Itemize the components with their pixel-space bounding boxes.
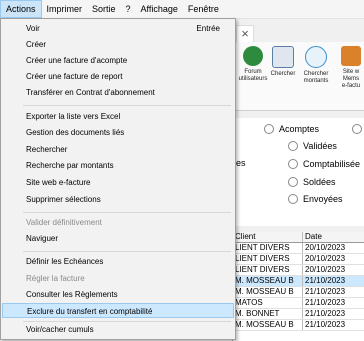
table-row[interactable]: M. MOSSEAU B 21/10/2023 [233,287,364,298]
menu-item-rechercher[interactable]: Rechercher [2,142,234,157]
menu-item-creer-acompte[interactable]: Créer une facture d'acompte [2,53,234,68]
menu-imprimer[interactable]: Imprimer [42,0,88,18]
menu-item-recherche-montants[interactable]: Recherche par montants [2,158,234,173]
radio-envoyees[interactable]: Envoyées [288,194,343,204]
close-tab-icon[interactable]: × [236,25,254,43]
toolbar-chercher-montants-button[interactable]: Chercher montants [301,46,331,85]
menu-item-consulter-reglements[interactable]: Consulter les Règlements [2,287,234,302]
toolbar: Forum utilisateurs Chercher Chercher mon… [236,42,364,111]
menu-item-documents-lies[interactable]: Gestion des documents liés [2,125,234,140]
search-amount-icon [305,46,327,68]
invoice-grid: Client Date LIENT DIVERS 20/10/2023 LIENT… [232,232,364,341]
menu-sortie[interactable]: Sortie [87,0,121,18]
menu-item-voir-cacher-cumuls[interactable]: Voir/cacher cumuls [2,322,234,337]
table-row[interactable]: LIENT DIVERS 20/10/2023 [233,243,364,254]
menu-item-naviguer[interactable]: Naviguer [2,231,234,246]
table-row[interactable]: M. MOSSEAU B 21/10/2023 [233,320,364,331]
search-document-icon [272,46,294,68]
toolbar-chercher-button[interactable]: Chercher [268,46,298,78]
menu-help[interactable]: ? [121,0,136,18]
radio-acomptes[interactable]: Acomptes [264,124,319,134]
table-row[interactable]: LIENT DIVERS 20/10/2023 [233,254,364,265]
table-row[interactable]: M. MOSSEAU B 21/10/2023 [233,276,364,287]
grid-header: Client Date [233,232,364,243]
toolbar-site-web-button[interactable]: Site w Mems e-factu [336,46,364,90]
menu-item-definir-echeances[interactable]: Définir les Echéances [2,254,234,269]
column-date[interactable]: Date [303,232,364,242]
menu-item-site-efacture[interactable]: Site web e-facture [2,175,234,190]
filter-panel: Acomptes Validées Comptabilisée Soldées … [236,118,364,226]
table-row[interactable]: M. BONNET 21/10/2023 [233,309,364,320]
menu-separator [23,251,231,252]
menu-item-valider-definitivement: Valider définitivement [26,218,102,227]
menu-affichage[interactable]: Affichage [136,0,183,18]
radio-validees[interactable]: Validées [288,141,337,151]
radio-soldees[interactable]: Soldées [288,177,336,187]
menu-item-voir[interactable]: Voir Entrée [2,21,234,36]
menu-item-exporter-excel[interactable]: Exporter la liste vers Excel [2,109,234,124]
menu-separator [23,105,231,106]
actions-dropdown-menu: Voir Entrée Créer Créer une facture d'ac… [0,18,236,340]
forum-icon [243,46,263,66]
table-row[interactable]: MATOS 21/10/2023 [233,298,364,309]
menu-item-transferer-contrat[interactable]: Transférer en Contrat d'abonnement [2,85,234,100]
radio-comptabilisee[interactable]: Comptabilisée [288,159,360,169]
partial-label: es [236,158,246,168]
radio-partial[interactable] [352,124,364,134]
menu-bar: Actions Imprimer Sortie ? Affichage Fenê… [0,0,364,19]
toolbar-forum-button[interactable]: Forum utilisateurs [238,46,268,83]
menu-item-creer-report[interactable]: Créer une facture de report [2,69,234,84]
table-row[interactable]: LIENT DIVERS 20/10/2023 [233,265,364,276]
column-client[interactable]: Client [233,232,303,242]
menu-item-supprimer-selections[interactable]: Supprimer sélections [2,192,234,207]
menu-fenetre[interactable]: Fenêtre [183,0,224,18]
menu-item-regler-facture: Régler la facture [26,274,85,283]
menu-item-exclure-transfert[interactable]: Exclure du transfert en comptabilité [2,303,234,318]
menu-actions[interactable]: Actions [0,0,42,18]
menu-separator [23,212,231,213]
shortcut-label: Entrée [196,24,220,33]
menu-item-creer[interactable]: Créer [2,37,234,52]
website-icon [341,46,361,66]
